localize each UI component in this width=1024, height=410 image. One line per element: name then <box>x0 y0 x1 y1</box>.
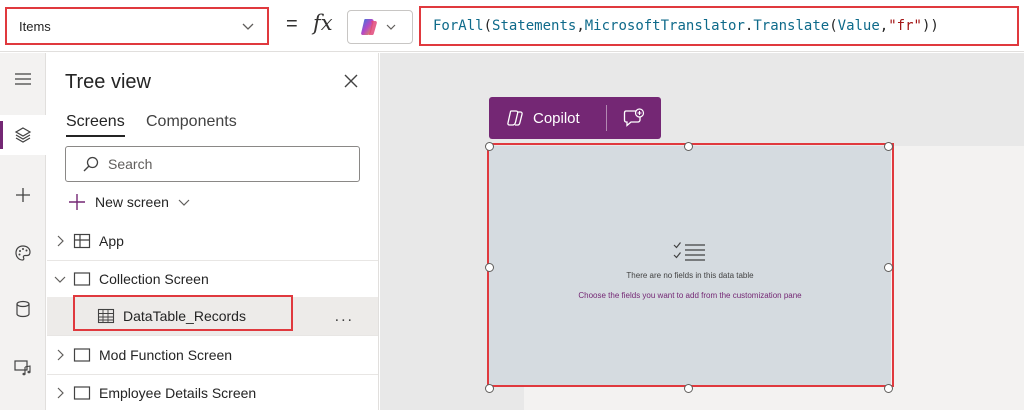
rail-tree-view-button[interactable] <box>0 115 46 155</box>
tree-search-input[interactable]: Search <box>65 146 360 182</box>
plus-icon <box>69 194 85 210</box>
formula-token: Statements <box>492 18 577 34</box>
chevron-right-icon[interactable] <box>53 234 67 248</box>
formula-token: , <box>576 18 585 34</box>
rail-media-button[interactable] <box>0 347 46 387</box>
formula-token: "fr" <box>888 18 922 34</box>
property-dropdown[interactable]: Items <box>5 7 269 45</box>
chevron-down-icon <box>242 23 254 30</box>
tree-item-collection-screen[interactable]: Collection Screen <box>47 260 378 298</box>
database-icon <box>16 300 30 318</box>
formula-token: MicrosoftTranslator <box>584 18 745 34</box>
datatable-empty-text: There are no fields in this data table <box>626 271 754 280</box>
resize-handle-left[interactable] <box>485 263 494 272</box>
left-rail <box>0 53 46 410</box>
resize-handle-top-left[interactable] <box>485 142 494 151</box>
formula-token: . <box>744 18 754 34</box>
comment-add-icon <box>623 108 645 127</box>
chevron-right-icon[interactable] <box>53 348 67 362</box>
new-screen-label: New screen <box>95 194 169 210</box>
tree-view-panel: Tree view Screens Components Search New … <box>47 53 379 410</box>
resize-handle-bottom[interactable] <box>684 384 693 393</box>
resize-handle-top[interactable] <box>684 142 693 151</box>
new-screen-button[interactable]: New screen <box>67 190 191 214</box>
rail-menu-button[interactable] <box>0 59 46 99</box>
media-icon <box>14 360 31 376</box>
screen-icon <box>73 272 91 286</box>
layers-icon <box>14 127 32 143</box>
formula-token: )) <box>921 18 939 34</box>
datatable-hint-link[interactable]: Choose the fields you want to add from t… <box>489 291 891 300</box>
datatable-control[interactable]: There are no fields in this data table C… <box>489 146 891 386</box>
close-icon[interactable] <box>342 72 360 90</box>
formula-token: ( <box>829 18 838 34</box>
screen-icon <box>73 386 91 400</box>
resize-handle-top-right[interactable] <box>884 142 893 151</box>
app-icon <box>73 233 91 249</box>
palette-icon <box>15 245 31 261</box>
more-options-icon[interactable]: ... <box>335 308 354 326</box>
copilot-chip: Copilot <box>489 97 661 139</box>
tree-item-label: Collection Screen <box>99 271 209 287</box>
formula-input[interactable]: ForAll(Statements, MicrosoftTranslator. Tr… <box>419 6 1019 46</box>
resize-handle-bottom-left[interactable] <box>485 384 494 393</box>
equals-sign: = <box>286 13 298 35</box>
copilot-comment-button[interactable] <box>607 108 661 128</box>
search-placeholder: Search <box>108 156 153 172</box>
tree-item-app[interactable]: App <box>47 222 378 260</box>
checklist-icon <box>673 242 705 261</box>
formula-token: ForAll <box>433 18 484 34</box>
tree-item-employee-details-screen[interactable]: Employee Details Screen <box>47 374 378 410</box>
chevron-right-icon[interactable] <box>53 386 67 400</box>
selection-highlight <box>73 295 293 331</box>
fx-icon: fx <box>313 11 333 35</box>
property-dropdown-value: Items <box>19 18 51 34</box>
rail-data-button[interactable] <box>0 289 46 329</box>
formula-token: Translate <box>753 18 830 34</box>
formula-token: ( <box>483 18 493 34</box>
search-icon <box>83 156 99 172</box>
copilot-formula-button[interactable] <box>347 10 413 44</box>
screen-icon <box>73 348 91 362</box>
tree-view-title: Tree view <box>65 71 151 93</box>
resize-handle-bottom-right[interactable] <box>884 384 893 393</box>
menu-icon <box>15 73 31 85</box>
copilot-icon <box>507 110 523 126</box>
plus-icon <box>16 188 30 202</box>
chevron-down-icon <box>178 199 190 206</box>
rail-theme-button[interactable] <box>0 233 46 273</box>
chevron-down-icon[interactable] <box>53 272 67 286</box>
tree-item-mod-function-screen[interactable]: Mod Function Screen <box>47 336 378 374</box>
tab-active-indicator <box>66 135 125 137</box>
rail-insert-button[interactable] <box>0 175 46 215</box>
resize-handle-right[interactable] <box>884 263 893 272</box>
chevron-down-icon <box>386 24 396 30</box>
copilot-icon <box>361 19 377 35</box>
copilot-chip-label: Copilot <box>533 109 580 127</box>
tree-item-label: Mod Function Screen <box>99 347 233 363</box>
copilot-chip-button[interactable]: Copilot <box>489 108 606 128</box>
tree-item-label: Employee Details Screen <box>99 385 257 401</box>
tab-components[interactable]: Components <box>146 113 237 131</box>
formula-token: , <box>879 18 889 34</box>
formula-bar: Items = fx ForAll(Statements, MicrosoftTr… <box>0 0 1024 52</box>
formula-token: Value <box>837 18 880 34</box>
tab-screens[interactable]: Screens <box>66 113 125 131</box>
tree-item-label: App <box>99 233 124 249</box>
